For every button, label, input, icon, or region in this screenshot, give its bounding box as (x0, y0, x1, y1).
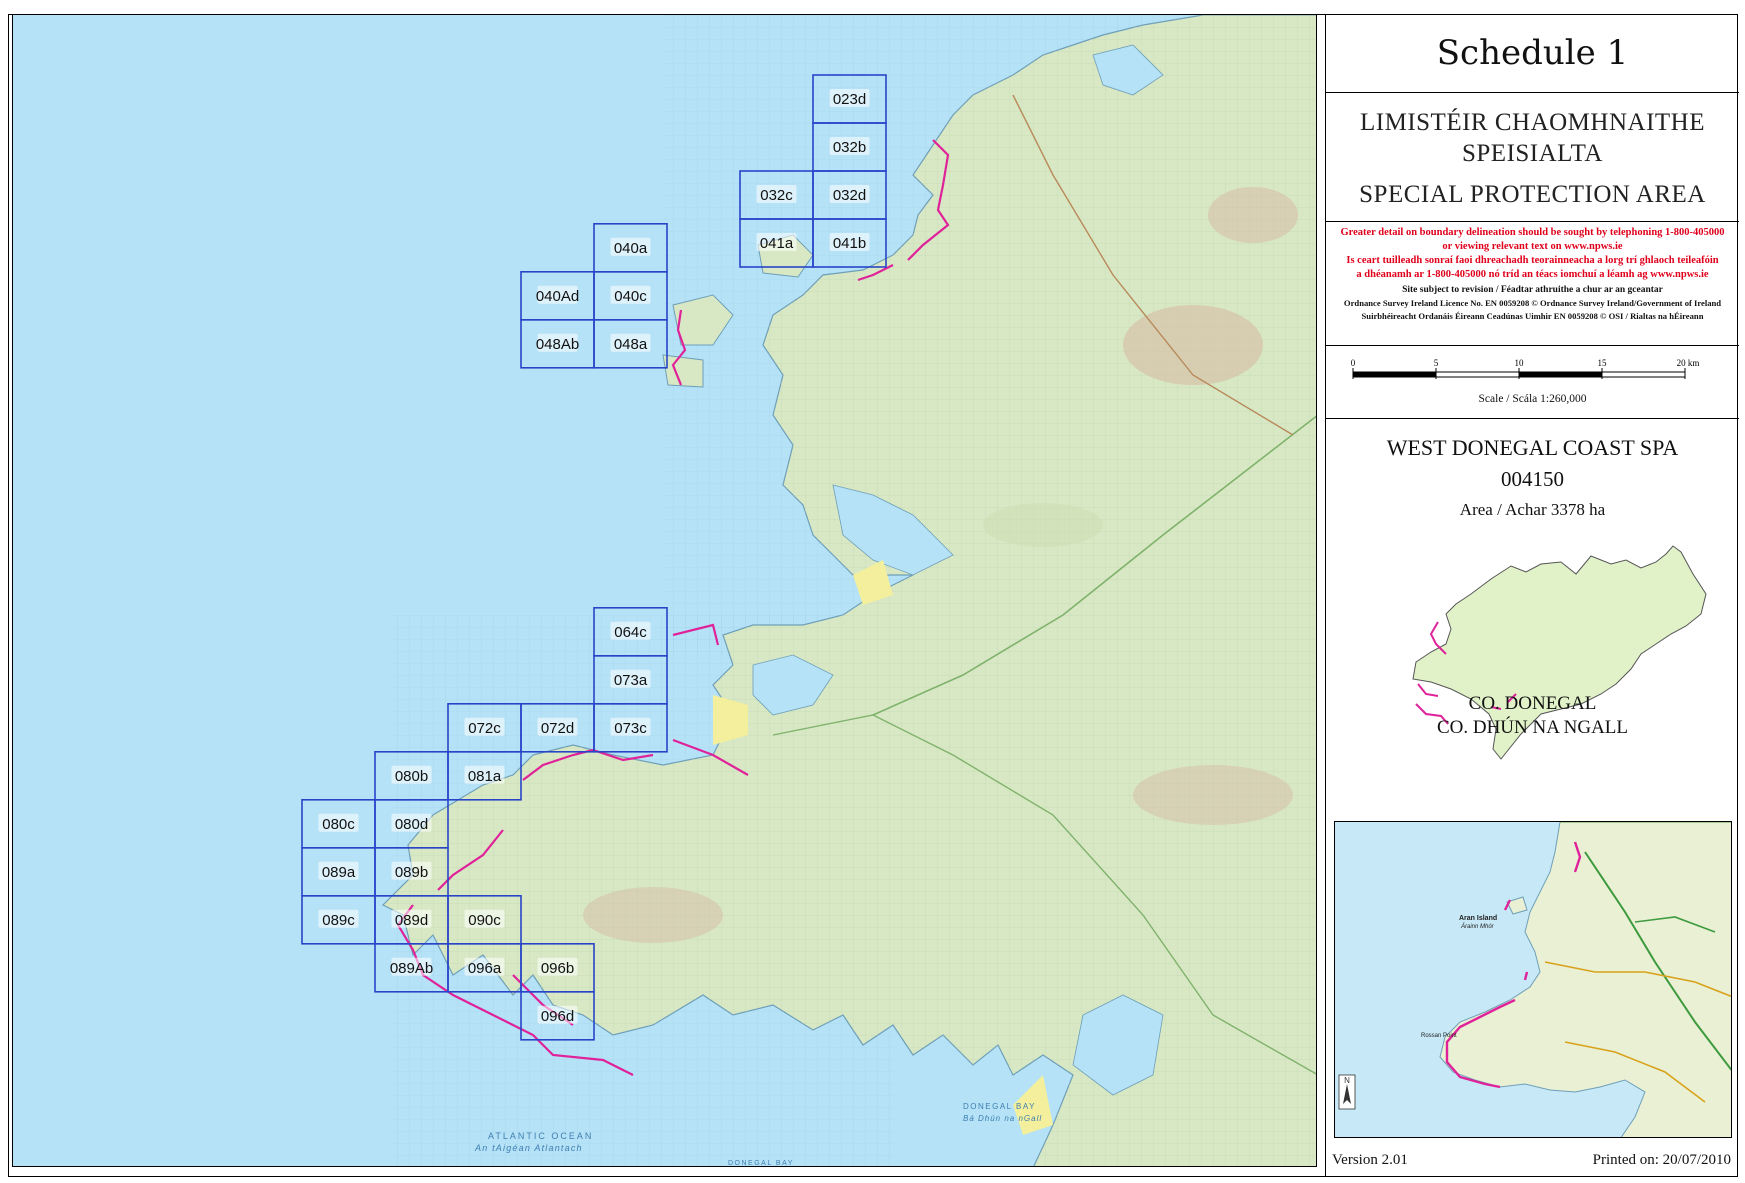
map-tile-label-089d: 089d (395, 912, 428, 929)
map-tile-label-080c: 080c (322, 816, 355, 833)
map-tile-label-090c: 090c (468, 912, 501, 929)
map-tile-label-080d: 080d (395, 816, 428, 833)
designation-irish-line1: LIMISTÉIR CHAOMHNAITHE (1360, 109, 1705, 136)
map-tile-label-073c: 073c (614, 720, 647, 737)
map-tile-label-023d: 023d (833, 91, 866, 108)
map-tile-label-096d: 096d (541, 1008, 574, 1025)
notes-block: Greater detail on boundary delineation s… (1326, 222, 1739, 346)
inset-locality-label: Rossan Point (1421, 1033, 1457, 1039)
map-tile-label-089b: 089b (395, 864, 428, 881)
map-tile-label-089a: 089a (322, 864, 356, 881)
map-tile-label-096b: 096b (541, 960, 574, 977)
ocean-label-irish: An tAigéan Atlantach (474, 1143, 583, 1153)
map-tile-label-081a: 081a (468, 768, 502, 785)
note-licence-irish: Suirbhéireacht Ordanáis Éireann Ceadúnas… (1361, 311, 1704, 321)
main-map[interactable]: 023d 032b 032c 032d 041a 041b 040a 040Ad 040c 048… (12, 14, 1317, 1167)
designation-block: LIMISTÉIR CHAOMHNAITHE SPEISIALTA SPECIA… (1326, 93, 1739, 222)
map-tile-label-040c: 040c (614, 288, 647, 305)
map-tile-label-096a: 096a (468, 960, 502, 977)
map-tile-label-040a: 040a (614, 240, 648, 257)
note-red-4: a dhéanamh ar 1-800-405000 nó tríd an té… (1356, 269, 1709, 280)
scale-caption: Scale / Scála 1:260,000 (1478, 393, 1587, 405)
scale-tick-15: 15 (1598, 358, 1608, 368)
scale-tick-10: 10 (1515, 358, 1525, 368)
map-tile-label-032d: 032d (833, 187, 866, 204)
map-tile-label-073a: 073a (614, 672, 648, 689)
map-tile-label-048a: 048a (614, 336, 648, 353)
inset-island-label-irish: Árainn Mhór (1460, 923, 1495, 930)
scale-tick-20: 20 km (1677, 358, 1700, 368)
printed-date: Printed on: 20/07/2010 (1592, 1152, 1731, 1168)
north-arrow-icon: N (1338, 1074, 1356, 1110)
note-licence-english: Ordnance Survey Ireland Licence No. EN 0… (1343, 298, 1722, 308)
county-english: CO. DONEGAL (1468, 693, 1597, 714)
map-tile-label-064c: 064c (614, 624, 647, 641)
map-tile-label-080b: 080b (395, 768, 428, 785)
scale-bar: 0 5 10 15 20 km (1351, 358, 1700, 379)
inset-map[interactable]: Aran Island Árainn Mhór Rossan Point N (1334, 821, 1732, 1138)
map-tile-label-032b: 032b (833, 139, 866, 156)
site-code: 004150 (1501, 467, 1564, 491)
map-tile-label-048Ab: 048Ab (536, 336, 579, 353)
site-name: WEST DONEGAL COAST SPA (1386, 435, 1679, 460)
ocean-label: ATLANTIC OCEAN (488, 1131, 593, 1141)
note-red-3: Is ceart tuilleadh sonraí faoi dhreachad… (1346, 255, 1719, 266)
bay-label: DONEGAL BAY (963, 1102, 1036, 1111)
bay-label-irish: Bá Dhún na nGall (963, 1114, 1042, 1123)
version-label: Version 2.01 (1332, 1152, 1408, 1168)
bay-label-lower: DONEGAL BAY (728, 1160, 794, 1167)
schedule-title: Schedule 1 (1326, 14, 1739, 93)
map-tile-label-072d: 072d (541, 720, 574, 737)
scale-tick-0: 0 (1351, 358, 1356, 368)
map-tile-label-032c: 032c (760, 187, 793, 204)
county-irish: CO. DHÚN NA NGALL (1436, 717, 1629, 738)
note-revision: Site subject to revision / Féadtar athru… (1402, 285, 1663, 295)
map-tile-label-089c: 089c (322, 912, 355, 929)
map-tile-label-072c: 072c (468, 720, 501, 737)
note-red-1: Greater detail on boundary delineation s… (1340, 227, 1725, 238)
scale-block: 0 5 10 15 20 km Scale / Scála 1:260,000 (1326, 346, 1739, 419)
designation-english: SPECIAL PROTECTION AREA (1359, 181, 1706, 208)
map-tile-label-040Ad: 040Ad (536, 288, 579, 305)
map-tile-label-041b: 041b (833, 235, 866, 252)
map-tile-label-089Ab: 089Ab (390, 960, 433, 977)
map-tile-label-041a: 041a (760, 235, 794, 252)
designation-irish-line2: SPEISIALTA (1462, 140, 1603, 167)
scale-tick-5: 5 (1434, 358, 1439, 368)
svg-text:N: N (1344, 1076, 1350, 1085)
site-area: Area / Achar 3378 ha (1459, 500, 1606, 519)
inset-island-label: Aran Island (1459, 915, 1497, 922)
designation-irish: LIMISTÉIR CHAOMHNAITHE SPEISIALTA (1326, 107, 1739, 169)
note-red-2: or viewing relevant text on www.npws.ie (1442, 241, 1623, 252)
